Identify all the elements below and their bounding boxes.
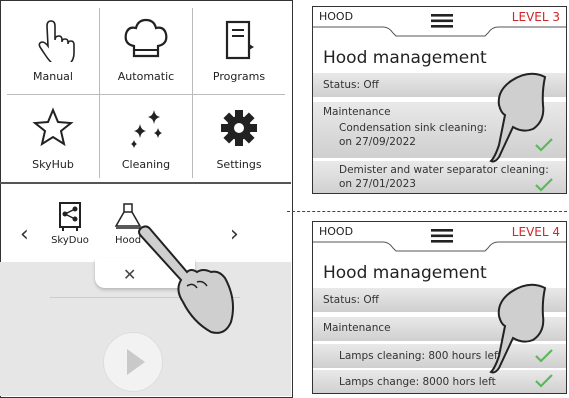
maintenance-item-date: on 27/01/2023 [339, 178, 416, 190]
status-text: Status: Off [323, 79, 379, 91]
menu-item-label: Cleaning [121, 158, 171, 171]
pointing-hand-illustration [135, 220, 235, 340]
menu-item-manual[interactable]: Manual [7, 8, 99, 92]
skyduo-share-icon [50, 202, 90, 235]
panel-header: HOOD LEVEL 3 [313, 7, 566, 37]
menu-item-automatic[interactable]: Automatic [100, 8, 192, 92]
menu-item-skyhub[interactable]: SkyHub [7, 96, 99, 180]
carousel-item-skyduo[interactable]: SkyDuo [50, 202, 90, 246]
pointing-hand-illustration [485, 67, 555, 167]
hand-pointer-icon [7, 18, 99, 66]
oven-home-screen: Manual Automatic Programs SkyHub Cleanin [0, 0, 293, 398]
star-icon [7, 106, 99, 150]
panel-header: HOOD LEVEL 4 [313, 222, 566, 252]
hood-panel-level3: HOOD LEVEL 3 Hood management Status: Off… [312, 6, 567, 194]
start-button[interactable] [103, 332, 163, 392]
menu-item-settings[interactable]: Settings [193, 96, 285, 180]
carousel-prev-button[interactable]: ‹ [20, 222, 29, 247]
hood-panel-level4: HOOD LEVEL 4 Hood management Status: Off… [312, 221, 567, 394]
menu-item-label: Manual [33, 70, 73, 83]
maintenance-item-text: Condensation sink cleaning: [339, 122, 488, 134]
maintenance-item-date: on 27/09/2022 [339, 136, 416, 148]
section-label: Maintenance [323, 322, 391, 334]
divider [0, 182, 291, 184]
menu-icon[interactable] [431, 228, 453, 248]
level-badge: LEVEL 3 [511, 10, 560, 24]
maintenance-item-text: Lamps cleaning: 800 hours left [339, 350, 502, 362]
carousel-item-label: SkyDuo [51, 235, 89, 246]
check-icon [535, 178, 553, 192]
menu-item-label: SkyHub [32, 158, 74, 171]
panel-title: Hood management [323, 263, 487, 283]
sparkles-icon [100, 106, 192, 150]
menu-item-cleaning[interactable]: Cleaning [100, 96, 192, 180]
section-divider [287, 211, 567, 212]
menu-item-programs[interactable]: Programs [193, 8, 285, 92]
menu-item-label: Automatic [117, 70, 175, 83]
menu-item-label: Programs [212, 70, 266, 83]
pointing-hand-illustration [485, 278, 555, 378]
gear-icon [193, 106, 285, 150]
panel-name: HOOD [319, 10, 354, 23]
menu-icon[interactable] [431, 13, 453, 33]
maintenance-item-text: Lamps change: 8000 hors left [339, 376, 496, 388]
panel-name: HOOD [319, 225, 354, 238]
panel-title: Hood management [323, 48, 487, 68]
menu-item-label: Settings [216, 158, 262, 171]
recipe-book-icon [193, 18, 285, 62]
section-label: Maintenance [323, 106, 391, 118]
chef-hat-icon [100, 18, 192, 62]
main-menu-grid: Manual Automatic Programs SkyHub Cleanin [7, 8, 285, 178]
level-badge: LEVEL 4 [511, 225, 560, 239]
status-text: Status: Off [323, 294, 379, 306]
